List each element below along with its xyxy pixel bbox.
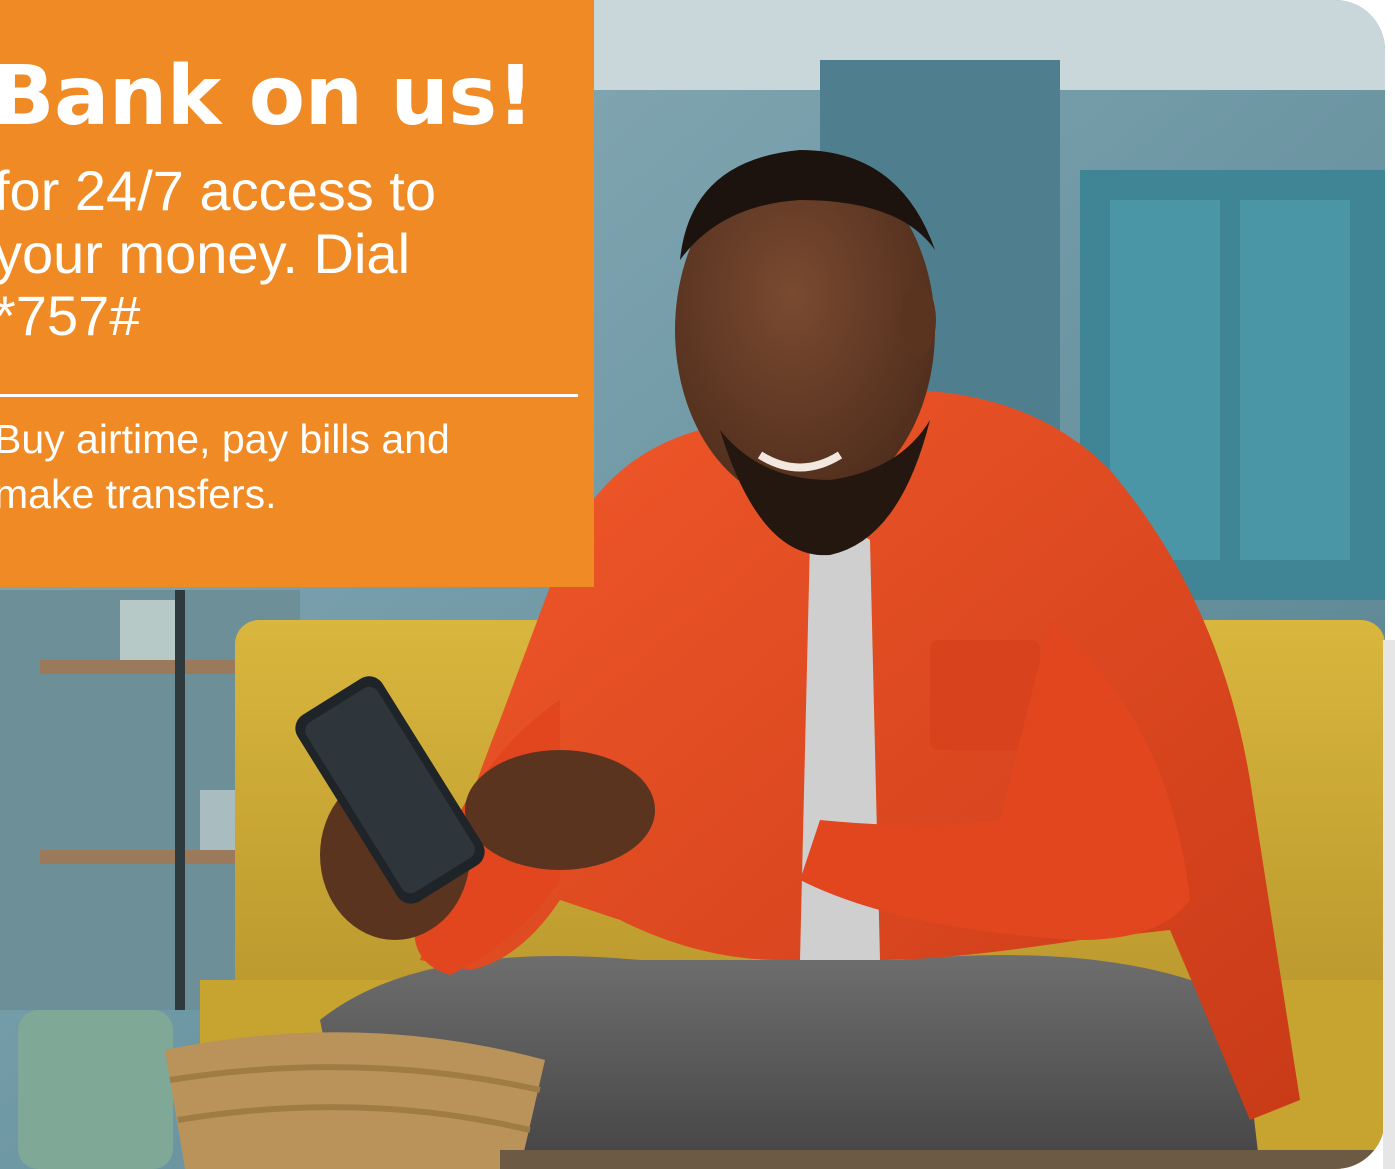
shelf-books (120, 600, 180, 660)
promo-panel: Bank on us! for 24/7 access to your mone… (0, 0, 594, 587)
promo-headline: Bank on us! (0, 49, 534, 144)
ad-banner: Bank on us! for 24/7 access to your mone… (0, 0, 1385, 1169)
basket (165, 1032, 545, 1169)
promo-divider (0, 394, 578, 397)
promo-subtitle: for 24/7 access to your money. Dial *757… (0, 159, 437, 348)
lamp-pole (175, 590, 185, 1010)
ear (900, 284, 936, 356)
cabinet-panel (1240, 200, 1350, 560)
mug (18, 1010, 173, 1169)
table-edge (500, 1150, 1385, 1169)
side-edge (1383, 640, 1395, 1169)
right-hand (465, 750, 655, 870)
promo-detail: Buy airtime, pay bills and make transfer… (0, 416, 450, 517)
